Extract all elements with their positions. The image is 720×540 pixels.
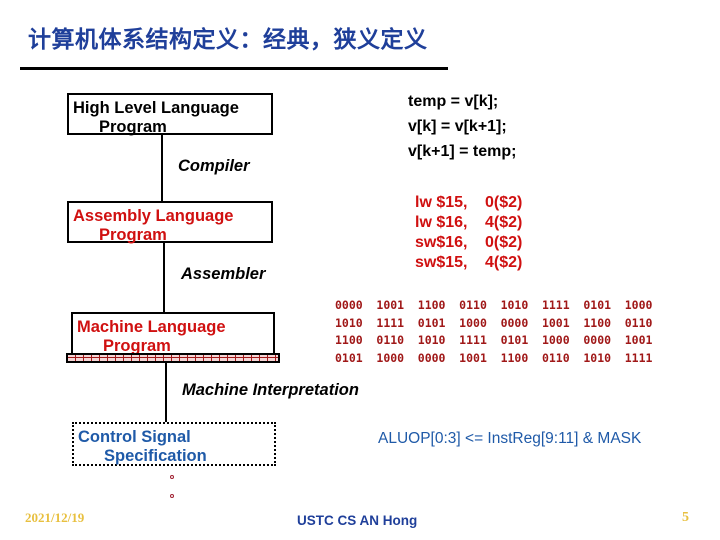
connector-line (163, 243, 165, 312)
machine-code-word: 0110 (624, 315, 653, 330)
assembler-label: Assembler (181, 265, 266, 283)
machine-code-word: 1111 (376, 315, 405, 330)
asm-op: sw$15, (415, 254, 468, 271)
machine-code-word: 0110 (459, 298, 487, 312)
machine-code-word: 0000 (500, 315, 529, 330)
ellipsis-dot (170, 475, 174, 479)
machine-code-word: 1111 (624, 350, 653, 365)
machine-code-word: 1001 (459, 350, 487, 365)
brick-base-pattern (66, 353, 280, 363)
compiler-label: Compiler (178, 157, 250, 175)
code-line: v[k+1] = temp; (408, 143, 517, 160)
title-divider (20, 67, 448, 70)
machine-code-word: 1001 (376, 298, 405, 312)
asm-op: sw$16, (415, 234, 468, 251)
machine-interpretation-label: Machine Interpretation (182, 381, 359, 399)
asm-line: lw $15, 0($2) (415, 193, 522, 213)
machine-code-word: 0110 (541, 350, 570, 365)
machine-code-row: 1010 1111 0101 1000 0000 1001 1100 0110 (335, 315, 666, 333)
machine-code-word: 1010 (417, 333, 446, 347)
machine-code-word: 1010 (500, 298, 529, 312)
high-level-language-label: High Level Language (73, 99, 239, 117)
asm-arg: 4($2) (485, 214, 523, 231)
page-number: 5 (682, 510, 689, 525)
high-level-program-label: Program (99, 118, 167, 136)
machine-code-word: 0000 (335, 298, 363, 312)
machine-code-row: 1100 0110 1010 1111 0101 1000 0000 1001 (335, 332, 666, 350)
assembly-language-label: Assembly Language (73, 207, 234, 225)
asm-op: lw $16, (415, 214, 468, 231)
machine-code-word: 0101 (417, 315, 446, 330)
machine-code-word: 0000 (583, 333, 612, 347)
machine-code-word: 0101 (335, 350, 363, 365)
asm-op: lw $15, (415, 194, 468, 211)
code-line: v[k] = v[k+1]; (408, 118, 507, 135)
asm-arg: 0($2) (485, 234, 523, 251)
control-signal-label: Control Signal (78, 428, 191, 446)
control-signal-box: Control Signal Specification (72, 422, 276, 466)
machine-code-word: 1010 (583, 350, 612, 365)
connector-line (165, 363, 167, 422)
assembly-code-example: lw $15, 0($2) lw $16, 4($2) sw$16, 0($2)… (415, 193, 522, 273)
machine-code-row: 0101 1000 0000 1001 1100 0110 1010 1111 (335, 350, 666, 368)
code-line: temp = v[k]; (408, 93, 499, 110)
machine-code-word: 1100 (583, 315, 612, 330)
control-rtl-example: ALUOP[0:3] <= InstReg[9:11] & MASK (378, 430, 642, 447)
machine-code-word: 1100 (335, 333, 363, 347)
machine-code-word: 1111 (541, 298, 570, 312)
machine-language-label: Machine Language (77, 318, 226, 336)
machine-code-word: 0101 (500, 333, 529, 347)
high-level-code-example: temp = v[k]; v[k] = v[k+1]; v[k+1] = tem… (408, 89, 516, 164)
high-level-language-box: High Level Language Program (67, 93, 273, 136)
specification-label: Specification (104, 447, 207, 465)
machine-code-word: 0110 (376, 333, 405, 347)
asm-line: sw$15, 4($2) (415, 253, 522, 273)
asm-arg: 4($2) (485, 254, 523, 271)
machine-code-word: 1100 (417, 298, 446, 312)
machine-code-word: 1111 (459, 333, 487, 347)
assembly-program-label: Program (99, 226, 167, 244)
machine-code-word: 1000 (376, 350, 405, 365)
machine-code-word: 1000 (624, 298, 653, 312)
asm-line: lw $16, 4($2) (415, 213, 522, 233)
machine-code-word: 1001 (624, 333, 653, 347)
footer-author: USTC CS AN Hong (297, 513, 418, 528)
machine-code-row: 0000 1001 1100 0110 1010 1111 0101 1000 (335, 297, 666, 315)
machine-code-word: 1000 (541, 333, 570, 347)
machine-code-word: 1100 (500, 350, 529, 365)
machine-code-word: 1001 (541, 315, 570, 330)
machine-code-example: 0000 1001 1100 0110 1010 1111 0101 1000 1010 1111… (335, 297, 666, 367)
footer-date: 2021/12/19 (25, 510, 85, 525)
machine-code-word: 1010 (335, 315, 363, 330)
slide-title: 计算机体系结构定义：经典，狭义定义 (28, 27, 428, 53)
machine-code-word: 1000 (459, 315, 487, 330)
connector-line (161, 135, 163, 201)
machine-code-word: 0101 (583, 298, 612, 312)
assembly-language-box: Assembly Language Program (67, 201, 273, 244)
ellipsis-dot (170, 494, 174, 498)
machine-language-box: Machine Language Program (71, 312, 275, 355)
asm-line: sw$16, 0($2) (415, 233, 522, 253)
machine-code-word: 0000 (417, 350, 446, 365)
asm-arg: 0($2) (485, 194, 523, 211)
